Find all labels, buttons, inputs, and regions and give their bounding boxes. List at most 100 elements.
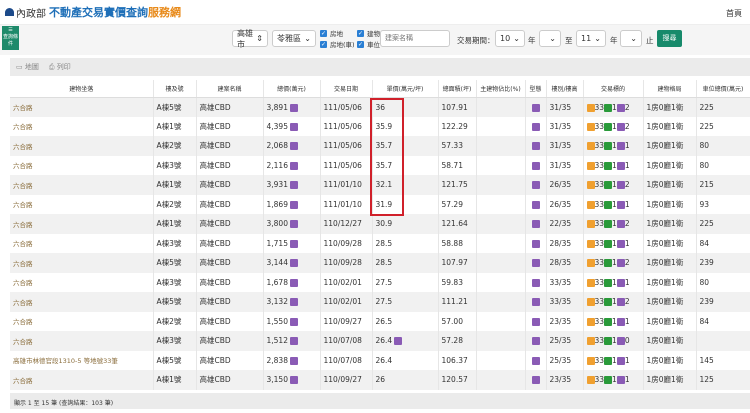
address-link[interactable]: 六合路 — [10, 155, 154, 175]
building-type-icon[interactable] — [531, 239, 540, 248]
building-type-icon[interactable] — [531, 103, 540, 112]
price-detail-icon[interactable] — [289, 122, 298, 131]
column-header[interactable]: 交易標的 — [583, 80, 644, 98]
site-title[interactable]: 不動產交易實價查詢服務網 — [49, 4, 181, 20]
column-header[interactable]: 建物坐落 — [10, 80, 154, 98]
table-row[interactable]: 六合路 A棟5號 高雄CBD 3,132 110/02/01 27.5 111.21 33/3… — [10, 292, 750, 312]
building-type[interactable] — [525, 116, 547, 136]
price-detail-icon[interactable] — [289, 181, 298, 190]
building-type[interactable] — [525, 214, 547, 234]
search-button[interactable]: 搜尋 — [657, 30, 682, 47]
column-header[interactable]: 總價(萬元) — [263, 80, 321, 98]
address-link[interactable]: 六合路 — [10, 97, 154, 117]
map-button[interactable]: ▭ 地圖 — [16, 62, 39, 72]
building-type[interactable] — [525, 292, 547, 312]
building-type-icon[interactable] — [531, 161, 540, 170]
building-type-icon[interactable] — [531, 259, 540, 268]
building-type-icon[interactable] — [531, 376, 540, 385]
table-row[interactable]: 六合路 A棟2號 高雄CBD 1,550 110/09/27 26.5 57.00 23/35… — [10, 311, 750, 331]
address-link[interactable]: 六合路 — [10, 175, 154, 195]
price-detail-icon[interactable] — [289, 142, 298, 151]
building-type-icon[interactable] — [531, 317, 540, 326]
price-detail-icon[interactable] — [289, 103, 298, 112]
from-month-select[interactable]: ⌄ — [539, 30, 561, 47]
from-year-select[interactable]: 10 ⌄ — [495, 30, 525, 47]
column-header[interactable]: 樓及號 — [153, 80, 197, 98]
address-link[interactable]: 六合路 — [10, 214, 154, 234]
address-link[interactable]: 六合路 — [10, 311, 154, 331]
building-type[interactable] — [525, 370, 547, 390]
column-header[interactable]: 樓別/樓高 — [546, 80, 584, 98]
price-detail-icon[interactable] — [289, 259, 298, 268]
table-row[interactable]: 六合路 A棟3號 高雄CBD 1,715 110/09/28 28.5 58.88 28/35… — [10, 233, 750, 253]
price-detail-icon[interactable] — [289, 376, 298, 385]
column-header[interactable]: 總面積(坪) — [438, 80, 477, 98]
price-detail-icon[interactable] — [289, 298, 298, 307]
building-type-icon[interactable] — [531, 298, 540, 307]
column-header[interactable]: 主建物佔比(%) — [476, 80, 526, 98]
note-icon[interactable] — [394, 337, 403, 346]
type-checkbox-parking[interactable]: ✓ 車位 — [357, 39, 380, 49]
type-checkbox-land-building[interactable]: ✓ 房地 — [320, 28, 343, 38]
price-detail-icon[interactable] — [289, 220, 298, 229]
to-year-select[interactable]: 11 ⌄ — [576, 30, 606, 47]
column-header[interactable]: 車位總價(萬元) — [696, 80, 750, 98]
to-month-select[interactable]: ⌄ — [620, 30, 642, 47]
building-type-icon[interactable] — [531, 142, 540, 151]
address-link[interactable]: 六合路 — [10, 136, 154, 156]
address-link[interactable]: 六合路 — [10, 233, 154, 253]
building-type[interactable] — [525, 253, 547, 273]
building-type[interactable] — [525, 136, 547, 156]
column-header[interactable]: 交易日期 — [320, 80, 373, 98]
building-type[interactable] — [525, 272, 547, 292]
price-detail-icon[interactable] — [289, 317, 298, 326]
building-type[interactable] — [525, 175, 547, 195]
table-row[interactable]: 六合路 A棟5號 高雄CBD 3,144 110/09/28 28.5 107.97 28/3… — [10, 253, 750, 273]
building-type[interactable] — [525, 97, 547, 117]
type-checkbox-building[interactable]: ✓ 建物 — [357, 28, 380, 38]
address-link[interactable]: 六合路 — [10, 194, 154, 214]
table-row[interactable]: 六合路 A棟3號 高雄CBD 1,512 110/07/08 26.4 57.28 25/35… — [10, 331, 750, 351]
price-detail-icon[interactable] — [289, 239, 298, 248]
toggle-filter-button[interactable]: ☰ 查詢條件 — [2, 26, 19, 50]
type-checkbox-land-building-parking[interactable]: ✓ 房地(車) — [320, 39, 355, 49]
building-type-icon[interactable] — [531, 278, 540, 287]
column-header[interactable]: 單價(萬元/坪) — [372, 80, 439, 98]
table-row[interactable]: 六合路 A棟3號 高雄CBD 1,678 110/02/01 27.5 59.83 33/35… — [10, 272, 750, 292]
column-header[interactable]: 建案名稱 — [196, 80, 264, 98]
address-link[interactable]: 高雄市林德官段1310-5 等地號33筆 — [10, 350, 154, 370]
building-type-icon[interactable] — [531, 200, 540, 209]
price-detail-icon[interactable] — [289, 337, 298, 346]
project-name-input[interactable] — [380, 30, 450, 47]
address-link[interactable]: 六合路 — [10, 272, 154, 292]
price-detail-icon[interactable] — [289, 278, 298, 287]
building-type[interactable] — [525, 194, 547, 214]
price-detail-icon[interactable] — [289, 200, 298, 209]
building-type-icon[interactable] — [531, 220, 540, 229]
building-type[interactable] — [525, 233, 547, 253]
print-button[interactable]: ⎙ 列印 — [49, 62, 71, 72]
building-type-icon[interactable] — [531, 122, 540, 131]
building-type-icon[interactable] — [531, 181, 540, 190]
building-type-icon[interactable] — [531, 356, 540, 365]
city-select[interactable]: 高雄市 ⇕ — [232, 29, 268, 49]
address-link[interactable]: 六合路 — [10, 116, 154, 136]
table-row[interactable]: 六合路 A棟1號 高雄CBD 3,150 110/09/27 26 120.57 23/35 3… — [10, 370, 750, 390]
building-type[interactable] — [525, 155, 547, 175]
building-type-icon[interactable] — [531, 337, 540, 346]
column-header[interactable]: 型態 — [525, 80, 547, 98]
column-header[interactable]: 建物格局 — [643, 80, 697, 98]
table-row[interactable]: 六合路 A棟1號 高雄CBD 3,800 110/12/27 30.9 121.64 22/3… — [10, 214, 750, 234]
district-select[interactable]: 苓雅區 ⌄ — [272, 30, 316, 47]
address-link[interactable]: 六合路 — [10, 331, 154, 351]
building-type[interactable] — [525, 331, 547, 351]
price-detail-icon[interactable] — [289, 161, 298, 170]
address-link[interactable]: 六合路 — [10, 292, 154, 312]
table-row[interactable]: 高雄市林德官段1310-5 等地號33筆 A棟5號 高雄CBD 2,838 110/07… — [10, 350, 750, 370]
building-type[interactable] — [525, 311, 547, 331]
price-detail-icon[interactable] — [289, 356, 298, 365]
building-type[interactable] — [525, 350, 547, 370]
address-link[interactable]: 六合路 — [10, 253, 154, 273]
home-link[interactable]: 首頁 — [726, 8, 742, 19]
address-link[interactable]: 六合路 — [10, 370, 154, 390]
